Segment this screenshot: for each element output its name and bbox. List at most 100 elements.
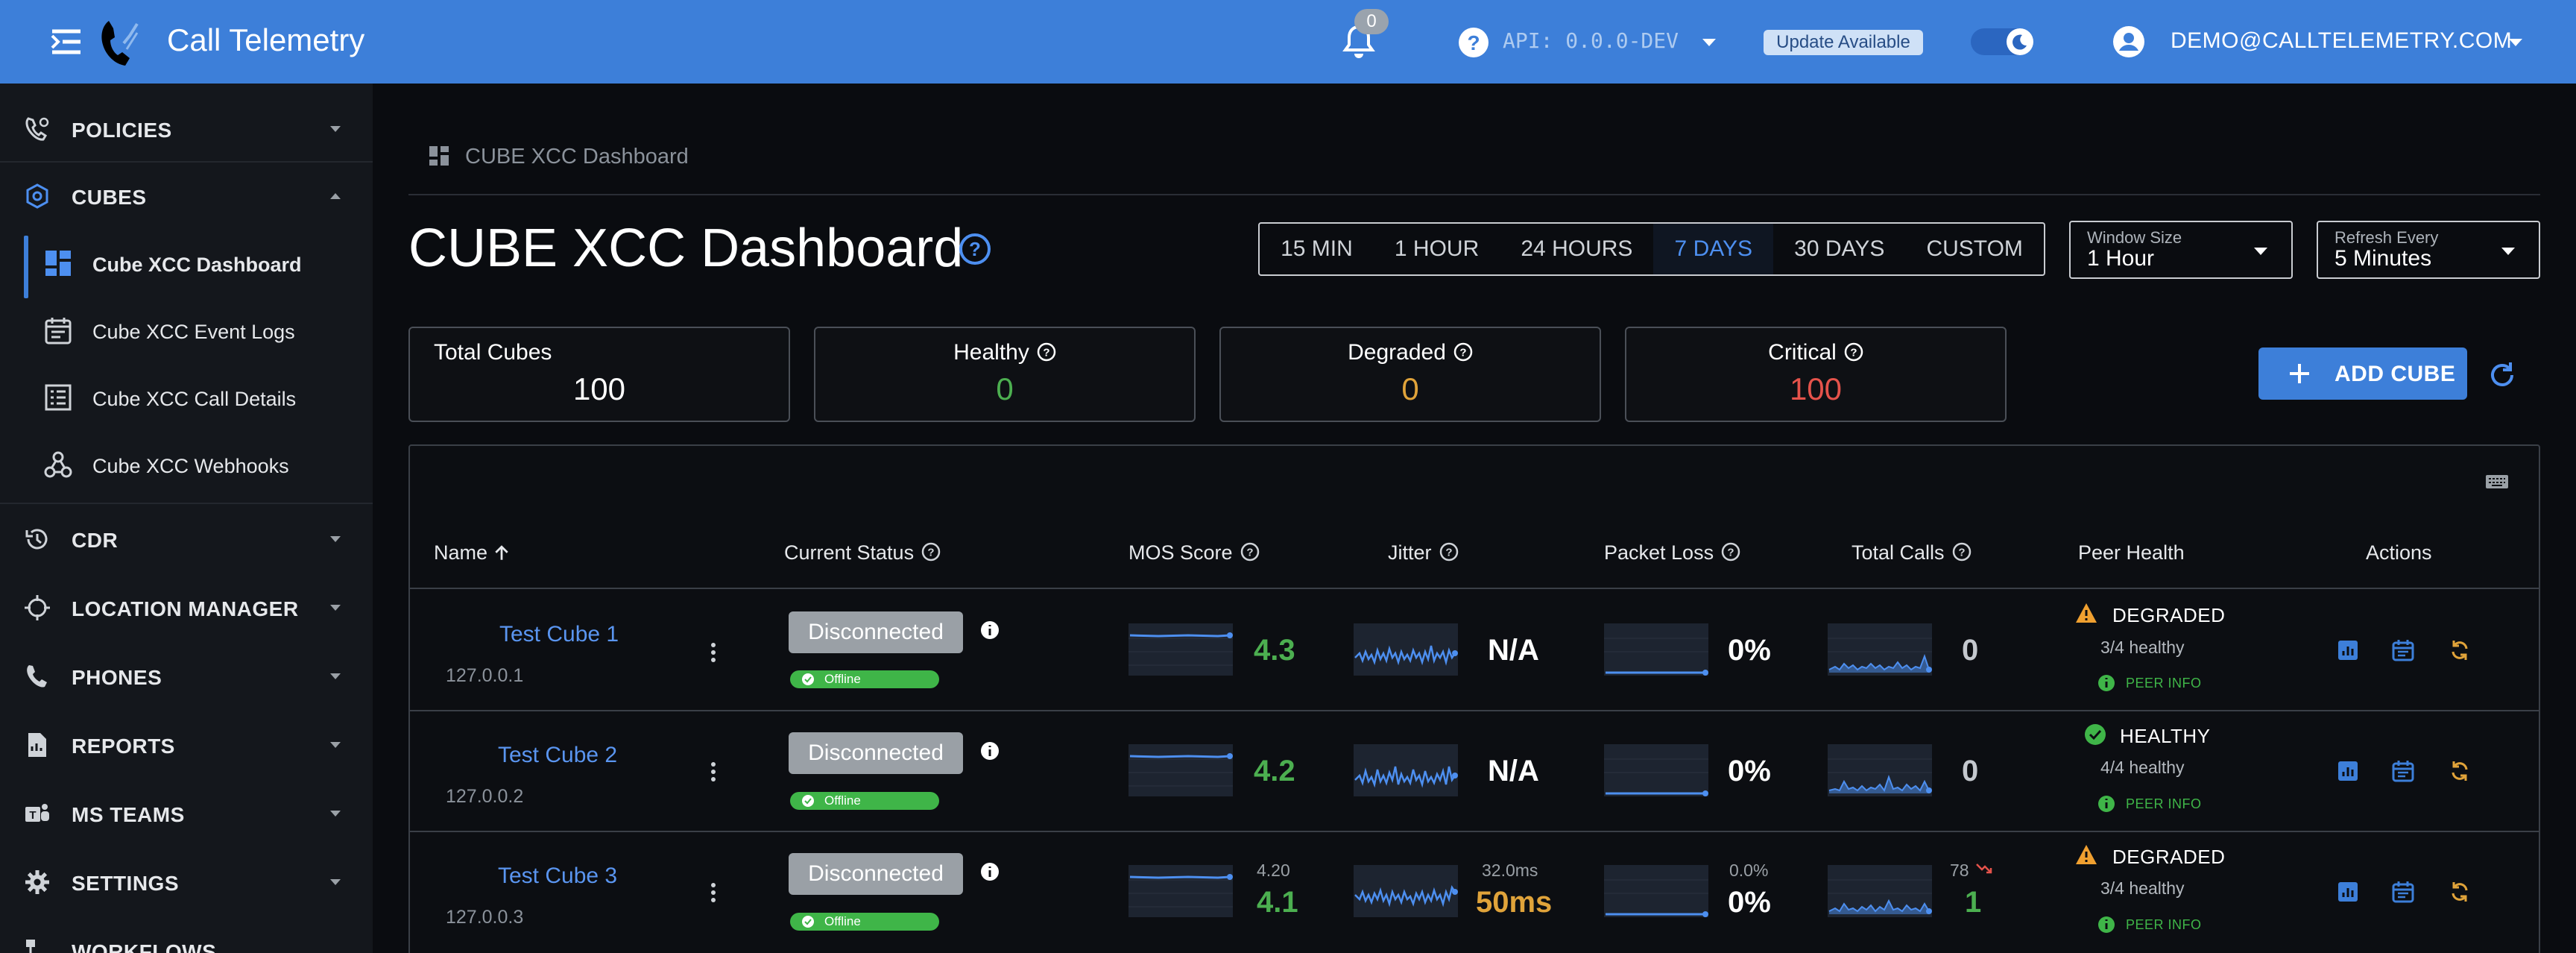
range-30-days[interactable]: 30 DAYS	[1773, 224, 1905, 274]
info-icon[interactable]	[980, 620, 1000, 640]
sidebar-item-label: CUBES	[72, 186, 147, 209]
svg-text:?: ?	[1850, 347, 1857, 359]
column-header-packet-loss[interactable]: Packet Loss?	[1604, 541, 1740, 564]
chart-icon[interactable]	[2336, 880, 2360, 904]
check-circle-icon	[802, 795, 814, 807]
sidebar-item-workflows[interactable]: WORKFLOWS	[0, 917, 373, 953]
update-available-badge[interactable]: Update Available	[1764, 30, 1923, 55]
status-button[interactable]: Disconnected	[789, 732, 963, 774]
window-size-select[interactable]: Window Size 1 Hour	[2069, 221, 2293, 279]
info-icon[interactable]	[980, 862, 1000, 881]
sidebar-item-policies[interactable]: POLICIES	[0, 95, 373, 163]
stat-label-row: Critical?	[1626, 340, 2005, 365]
help-circle-icon[interactable]: ?	[921, 542, 941, 562]
sidebar-item-cube-xcc-event-logs[interactable]: Cube XCC Event Logs	[0, 297, 373, 364]
help-circle-icon[interactable]: ?	[1037, 342, 1056, 362]
peer-info-link[interactable]: PEER INFO	[2126, 676, 2202, 691]
chart-icon[interactable]	[2336, 759, 2360, 783]
chevron-down-icon[interactable]	[1701, 37, 1717, 48]
help-circle-icon[interactable]: ?	[1721, 542, 1740, 562]
sidebar-item-ms-teams[interactable]: T MS TEAMS	[0, 780, 373, 847]
sidebar-item-phones[interactable]: PHONES	[0, 643, 373, 710]
status-button[interactable]: Disconnected	[789, 853, 963, 895]
sidebar-item-cube-xcc-webhooks[interactable]: Cube XCC Webhooks	[0, 431, 373, 498]
help-icon[interactable]: ?	[1458, 27, 1489, 58]
stat-label-row: Healthy?	[815, 340, 1194, 365]
sidebar-item-cubes[interactable]: CUBES	[0, 163, 373, 230]
help-circle-icon[interactable]: ?	[1844, 342, 1863, 362]
range-15-min[interactable]: 15 MIN	[1260, 224, 1374, 274]
help-circle-icon[interactable]: ?	[1453, 342, 1473, 362]
keyboard-icon[interactable]	[2485, 473, 2509, 491]
cube-name-link[interactable]: Test Cube 2	[498, 743, 617, 768]
peer-health-state: DEGRADED	[2112, 846, 2226, 868]
column-header-status[interactable]: Current Status?	[784, 541, 941, 564]
check-circle-icon	[2085, 724, 2106, 745]
refresh-icon[interactable]	[2487, 359, 2518, 391]
sidebar-item-cube-xcc-call-details[interactable]: Cube XCC Call Details	[0, 364, 373, 431]
column-header-total-calls[interactable]: Total Calls?	[1852, 541, 1972, 564]
calendar-icon[interactable]	[2391, 759, 2415, 783]
dashboard-icon	[45, 251, 71, 276]
column-header-name[interactable]: Name	[434, 541, 510, 564]
sidebar-item-reports[interactable]: REPORTS	[0, 711, 373, 779]
help-circle-icon[interactable]: ?	[1952, 542, 1972, 562]
chevron-down-icon[interactable]	[2507, 37, 2524, 48]
cube-name-link[interactable]: Test Cube 3	[498, 864, 617, 889]
calendar-icon	[45, 318, 72, 345]
more-vert-icon[interactable]	[710, 641, 717, 664]
calendar-icon[interactable]	[2391, 638, 2415, 662]
chart-icon[interactable]	[2336, 638, 2360, 662]
top-app-bar: Call Telemetry 0 ? API: 0.0.0-DEV Update…	[0, 0, 2576, 84]
refresh-every-select[interactable]: Refresh Every 5 Minutes	[2317, 221, 2540, 279]
sync-icon[interactable]	[2448, 759, 2472, 783]
more-vert-icon[interactable]	[710, 881, 717, 904]
more-vert-icon[interactable]	[710, 761, 717, 783]
info-icon[interactable]	[980, 741, 1000, 761]
packet-loss-sparkline	[1604, 623, 1708, 676]
range-custom[interactable]: CUSTOM	[1905, 224, 2044, 274]
add-cube-button[interactable]: ADD CUBE	[2258, 347, 2467, 400]
sidebar-item-cdr[interactable]: CDR	[0, 506, 373, 573]
sync-icon[interactable]	[2448, 880, 2472, 904]
stat-label: Critical	[1768, 340, 1837, 365]
jitter-value: N/A	[1488, 755, 1539, 787]
column-header-jitter[interactable]: Jitter?	[1388, 541, 1459, 564]
sidebar-item-label: REPORTS	[72, 735, 175, 758]
total-calls-sparkline	[1828, 744, 1932, 796]
total-calls-value: 0	[1962, 634, 1979, 667]
help-circle-icon[interactable]: ?	[1439, 542, 1459, 562]
total-calls-sparkline	[1828, 865, 1932, 917]
api-version-label[interactable]: API: 0.0.0-DEV	[1503, 28, 1679, 53]
calendar-icon[interactable]	[2391, 880, 2415, 904]
breadcrumb[interactable]: CUBE XCC Dashboard	[465, 145, 689, 169]
column-header-peer-health[interactable]: Peer Health	[2078, 541, 2185, 564]
user-email[interactable]: DEMO@CALLTELEMETRY.COM	[2171, 28, 2512, 54]
gear-icon	[25, 870, 49, 894]
help-circle-icon[interactable]: ?	[959, 233, 991, 265]
cube-icon	[26, 183, 48, 209]
sidebar-item-settings[interactable]: SETTINGS	[0, 849, 373, 916]
column-header-label: MOS Score	[1128, 541, 1233, 564]
column-header-mos[interactable]: MOS Score?	[1128, 541, 1260, 564]
sync-icon[interactable]	[2448, 638, 2472, 662]
sidebar-item-cube-xcc-dashboard[interactable]: Cube XCC Dashboard	[0, 230, 373, 298]
peer-info-link[interactable]: PEER INFO	[2126, 917, 2202, 933]
phone-icon	[27, 665, 47, 688]
dashboard-icon	[429, 146, 449, 166]
peer-info-link[interactable]: PEER INFO	[2126, 796, 2202, 812]
sidebar-item-location-manager[interactable]: LOCATION MANAGER	[0, 574, 373, 641]
menu-collapse-icon[interactable]	[49, 27, 83, 57]
stat-label: Total Cubes	[434, 340, 552, 365]
cube-name-link[interactable]: Test Cube 1	[499, 622, 619, 647]
peer-health-state: DEGRADED	[2112, 604, 2226, 626]
range-7-days[interactable]: 7 DAYS	[1653, 224, 1774, 274]
sidebar-item-label: Cube XCC Dashboard	[92, 254, 302, 276]
range-1-hour[interactable]: 1 HOUR	[1374, 224, 1500, 274]
range-24-hours[interactable]: 24 HOURS	[1500, 224, 1653, 274]
status-button[interactable]: Disconnected	[789, 611, 963, 653]
app-title: Call Telemetry	[167, 22, 365, 57]
add-cube-label: ADD CUBE	[2334, 362, 2456, 386]
help-circle-icon[interactable]: ?	[1240, 542, 1260, 562]
account-circle-icon[interactable]	[2112, 25, 2145, 58]
